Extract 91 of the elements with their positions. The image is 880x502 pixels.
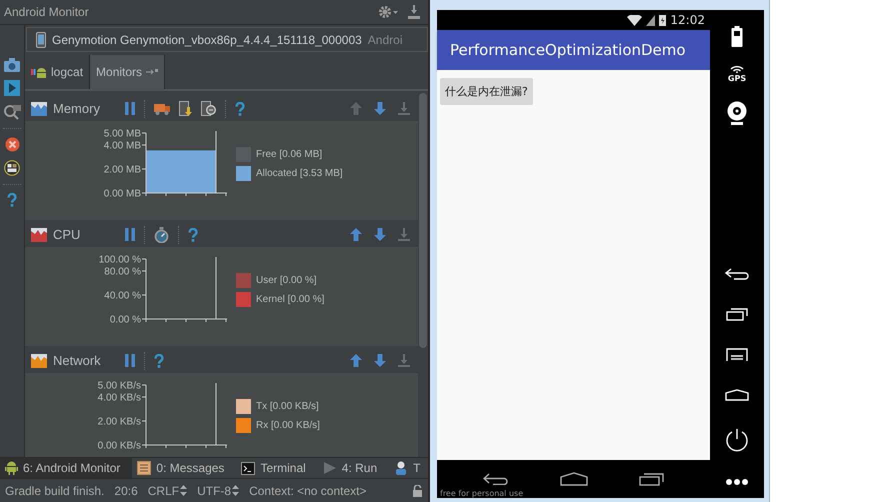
android-icon — [31, 66, 47, 78]
figure-icon — [394, 461, 408, 475]
recent-apps-button[interactable] — [726, 307, 748, 321]
axis-label: 80.00 % — [104, 266, 141, 278]
tab[interactable]: Monitors — [90, 55, 166, 89]
axis-label: 0.00 MB — [104, 188, 141, 200]
download-icon[interactable] — [398, 354, 410, 367]
tool-window-tab[interactable]: 0: Messages — [132, 458, 236, 478]
pin-icon[interactable] — [146, 68, 158, 76]
legend-label: Free [0.06 MB] — [256, 149, 322, 160]
signal-icon — [730, 65, 744, 73]
status-time: 12:02 — [670, 13, 705, 27]
camera-icon[interactable] — [4, 58, 20, 72]
arrow-down-icon[interactable] — [374, 102, 386, 115]
recent-apps-button[interactable] — [638, 472, 664, 486]
status-message: Gradle build finish. — [5, 484, 104, 498]
magnifier-icon[interactable] — [3, 104, 21, 120]
updown-icon — [232, 485, 240, 496]
axis-label: 4.00 MB — [104, 140, 141, 152]
axis-label: 5.00 MB — [104, 128, 141, 140]
updown-icon — [180, 485, 188, 496]
chart-icon — [31, 102, 47, 116]
context-selector[interactable]: Context: <no context> — [249, 484, 367, 498]
tool-window-tab[interactable]: 4: Run — [318, 458, 390, 478]
document-magnifier-icon[interactable] — [201, 101, 216, 116]
pause-button[interactable] — [125, 228, 135, 241]
encoding-selector[interactable]: UTF-8 — [197, 484, 240, 498]
section-title: Memory — [53, 101, 101, 116]
webcam-icon[interactable] — [726, 101, 748, 125]
more-button[interactable] — [726, 479, 748, 485]
axis-label: 2.00 KB/s — [98, 416, 141, 428]
axis-label: 0.00 KB/s — [98, 440, 141, 452]
power-button[interactable] — [725, 428, 749, 452]
section-title: CPU — [53, 227, 82, 242]
pause-button[interactable] — [125, 354, 135, 367]
battery-icon — [659, 14, 666, 26]
download-icon[interactable] — [398, 228, 410, 241]
legend-label: Rx [0.00 KB/s] — [256, 420, 320, 431]
truck-icon[interactable] — [154, 102, 170, 115]
terminal-icon — [241, 462, 256, 474]
chart-icon — [31, 228, 47, 242]
line-separator-selector[interactable]: CRLF — [148, 484, 188, 498]
app-title: PerformanceOptimizationDemo — [450, 41, 686, 59]
arrow-down-icon[interactable] — [374, 354, 386, 367]
tool-window-tab[interactable]: T — [389, 458, 432, 478]
stop-icon[interactable] — [4, 137, 20, 152]
tool-window-tab[interactable]: 6: Android Monitor — [0, 458, 132, 478]
help-icon[interactable] — [154, 354, 164, 368]
legend-label: Allocated [3.53 MB] — [256, 168, 343, 179]
lock-icon[interactable] — [412, 484, 423, 496]
help-icon[interactable] — [188, 228, 198, 242]
battery-icon[interactable] — [731, 26, 743, 47]
stopwatch-icon[interactable] — [154, 226, 169, 242]
back-button[interactable] — [482, 473, 508, 485]
android-icon — [5, 461, 18, 475]
home-button[interactable] — [560, 472, 588, 486]
legend-label: Kernel [0.00 %] — [256, 294, 324, 305]
list-icon — [137, 461, 152, 475]
play-icon — [322, 461, 337, 475]
tool-window-tab[interactable]: Terminal — [236, 458, 318, 478]
menu-button[interactable] — [726, 348, 748, 362]
cursor-position[interactable]: 20:6 — [114, 484, 138, 498]
watermark-text: free for personal use — [440, 489, 524, 498]
download-icon[interactable] — [398, 102, 410, 115]
axis-label: 5.00 KB/s — [98, 380, 141, 392]
wifi-icon — [627, 14, 642, 26]
axis-label: 100.00 % — [98, 254, 141, 266]
section-title: Network — [53, 353, 102, 368]
help-icon[interactable] — [7, 193, 17, 207]
chart-icon — [31, 354, 47, 368]
axis-label: 0.00 % — [110, 314, 141, 326]
legend-label: User [0.00 %] — [256, 275, 317, 286]
axis-label: 4.00 KB/s — [98, 392, 141, 404]
signal-icon — [646, 14, 656, 26]
phone-icon — [36, 32, 46, 48]
minimize-icon[interactable] — [408, 5, 420, 19]
chip-icon[interactable] — [4, 160, 20, 176]
arrow-down-icon[interactable] — [374, 228, 386, 241]
arrow-up-icon[interactable] — [350, 228, 362, 241]
axis-label: 40.00 % — [104, 290, 141, 302]
play-icon[interactable] — [4, 80, 20, 96]
axis-label: 2.00 MB — [104, 164, 141, 176]
settings-icon[interactable] — [378, 5, 398, 19]
question-button[interactable]: 什么是内在泄漏? — [440, 78, 533, 105]
panel-title: Android Monitor — [4, 5, 89, 19]
device-selector[interactable]: Genymotion Genymotion_vbox86p_4.4.4_151118_000003 Androi — [26, 27, 428, 52]
legend-label: Tx [0.00 KB/s] — [256, 401, 319, 412]
pause-button[interactable] — [125, 102, 135, 115]
help-icon[interactable] — [235, 102, 245, 116]
arrow-up-icon[interactable] — [350, 354, 362, 367]
gps-button[interactable]: GPS — [728, 65, 746, 83]
